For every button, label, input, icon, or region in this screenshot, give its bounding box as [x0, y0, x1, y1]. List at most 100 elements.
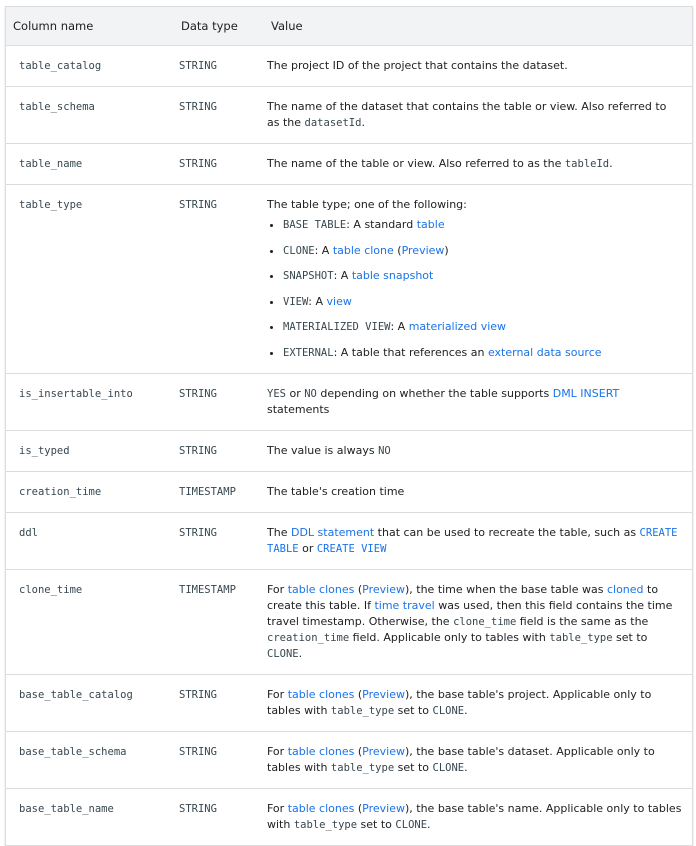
table-row: is_insertable_into STRING YES or NO depe… — [6, 373, 692, 431]
inline-code: datasetId — [304, 117, 362, 129]
value-text: For — [267, 687, 288, 701]
value-text: ( — [354, 801, 363, 815]
value-text: For — [267, 801, 288, 815]
link-time-travel[interactable]: time travel — [374, 599, 434, 612]
value-text: . — [609, 157, 613, 170]
link-preview[interactable]: Preview — [402, 244, 445, 257]
link-materialized-view[interactable]: materialized view — [409, 320, 506, 333]
link-create-view[interactable]: CREATE VIEW — [317, 543, 387, 555]
value-description: The value is always NO — [260, 430, 692, 472]
column-name: base_table_name — [19, 802, 114, 815]
value-text: ), the time when the base table was — [404, 582, 607, 596]
column-name: base_table_catalog — [6, 674, 174, 732]
table-row: table_name STRING The name of the table … — [6, 143, 692, 185]
link-cloned[interactable]: cloned — [607, 583, 644, 596]
table-type-list: BASE TABLE: A standard table CLONE: A ta… — [267, 217, 682, 361]
inline-code: CLONE — [283, 244, 315, 257]
inline-code: creation_time — [267, 631, 350, 644]
header-data-type: Data type — [174, 7, 260, 46]
link-dml-insert[interactable]: DML INSERT — [553, 387, 620, 400]
column-name: table_name — [6, 143, 174, 185]
link-ddl-statement[interactable]: DDL statement — [291, 526, 374, 539]
data-type: STRING — [174, 373, 260, 431]
value-text: . — [464, 703, 468, 717]
list-item: SNAPSHOT: A table snapshot — [283, 268, 682, 284]
value-text: The name of the table or view. Also refe… — [267, 157, 565, 170]
value-text: field. Applicable only to tables with — [349, 630, 550, 644]
link-preview[interactable]: Preview — [362, 802, 405, 815]
inline-code: table_type — [330, 704, 395, 717]
value-text: . — [427, 817, 431, 831]
value-description: The table's creation time — [260, 471, 692, 513]
inline-code: table_type — [330, 761, 395, 774]
link-table-clones[interactable]: table clones — [288, 688, 355, 701]
column-name: creation_time — [6, 471, 174, 513]
link-table[interactable]: table — [417, 218, 445, 231]
value-text: : A — [390, 320, 409, 333]
column-name: table_schema — [6, 86, 174, 144]
schema-table-container: Column name Data type Value table_catalo… — [5, 6, 693, 846]
link-external-data-source[interactable]: external data source — [488, 346, 602, 359]
value-text: For — [267, 744, 288, 758]
table-row: base_table_name STRING For table clones … — [6, 788, 692, 845]
value-text: or — [285, 386, 305, 400]
schema-table: Column name Data type Value table_catalo… — [6, 7, 692, 845]
value-text: set to — [357, 817, 396, 831]
data-type: STRING — [174, 674, 260, 732]
table-row: base_table_schema STRING For table clone… — [6, 731, 692, 789]
value-text: set to — [612, 630, 648, 644]
column-name: base_table_schema — [6, 731, 174, 789]
value-text: : A — [314, 243, 333, 257]
value-text: ) — [444, 243, 449, 257]
data-type: STRING — [174, 430, 260, 472]
inline-code: tableId — [564, 158, 610, 170]
value-description: The name of the dataset that contains th… — [260, 86, 692, 144]
link-table-snapshot[interactable]: table snapshot — [352, 269, 434, 282]
inline-code: CLONE — [432, 704, 465, 717]
data-type: TIMESTAMP — [174, 569, 260, 675]
inline-code: NO — [304, 387, 317, 400]
list-item: VIEW: A view — [283, 294, 682, 310]
value-text: : A — [333, 269, 352, 282]
inline-code: SNAPSHOT — [283, 270, 334, 282]
list-item: EXTERNAL: A table that references an ext… — [283, 345, 682, 361]
data-type: STRING — [174, 45, 260, 87]
table-row: table_type STRING The table type; one of… — [6, 184, 692, 374]
column-name: is_typed — [6, 430, 174, 472]
inline-code: YES — [267, 387, 286, 400]
link-table-clones[interactable]: table clones — [288, 802, 355, 815]
data-type: STRING — [174, 143, 260, 185]
link-view[interactable]: view — [327, 295, 352, 308]
link-preview[interactable]: Preview — [362, 745, 405, 758]
link-table-clones[interactable]: table clones — [288, 745, 355, 758]
table-row: clone_time TIMESTAMP For table clones (P… — [6, 569, 692, 675]
table-row: base_table_catalog STRING For table clon… — [6, 674, 692, 732]
value-text: field is the same as the — [516, 614, 649, 628]
value-text: : A table that references an — [333, 345, 488, 359]
link-preview[interactable]: Preview — [362, 688, 405, 701]
value-text: The table's creation time — [267, 484, 405, 498]
value-text: set to — [394, 760, 433, 774]
link-table-clones[interactable]: table clones — [288, 583, 355, 596]
table-row: is_typed STRING The value is always NO — [6, 430, 692, 472]
value-text: The value is always — [267, 443, 379, 457]
value-text: statements — [267, 402, 330, 416]
data-type: STRING — [174, 512, 260, 570]
table-header: Column name Data type Value — [6, 7, 692, 46]
value-text: The — [267, 525, 291, 539]
link-table-clone[interactable]: table clone — [333, 244, 394, 257]
data-type: STRING — [174, 86, 260, 144]
value-text: . — [464, 760, 468, 774]
list-item: MATERIALIZED VIEW: A materialized view — [283, 319, 682, 335]
value-text: : A — [308, 294, 327, 308]
value-text: For — [267, 582, 288, 596]
data-type: STRING — [174, 184, 260, 374]
data-type: TIMESTAMP — [174, 471, 260, 513]
inline-code: BASE TABLE — [283, 219, 347, 231]
column-name: clone_time — [6, 569, 174, 675]
value-text: . — [298, 646, 303, 660]
link-preview[interactable]: Preview — [362, 583, 405, 596]
data-type: STRING — [179, 802, 217, 815]
column-name: is_insertable_into — [6, 373, 174, 431]
value-text: . — [361, 116, 365, 129]
